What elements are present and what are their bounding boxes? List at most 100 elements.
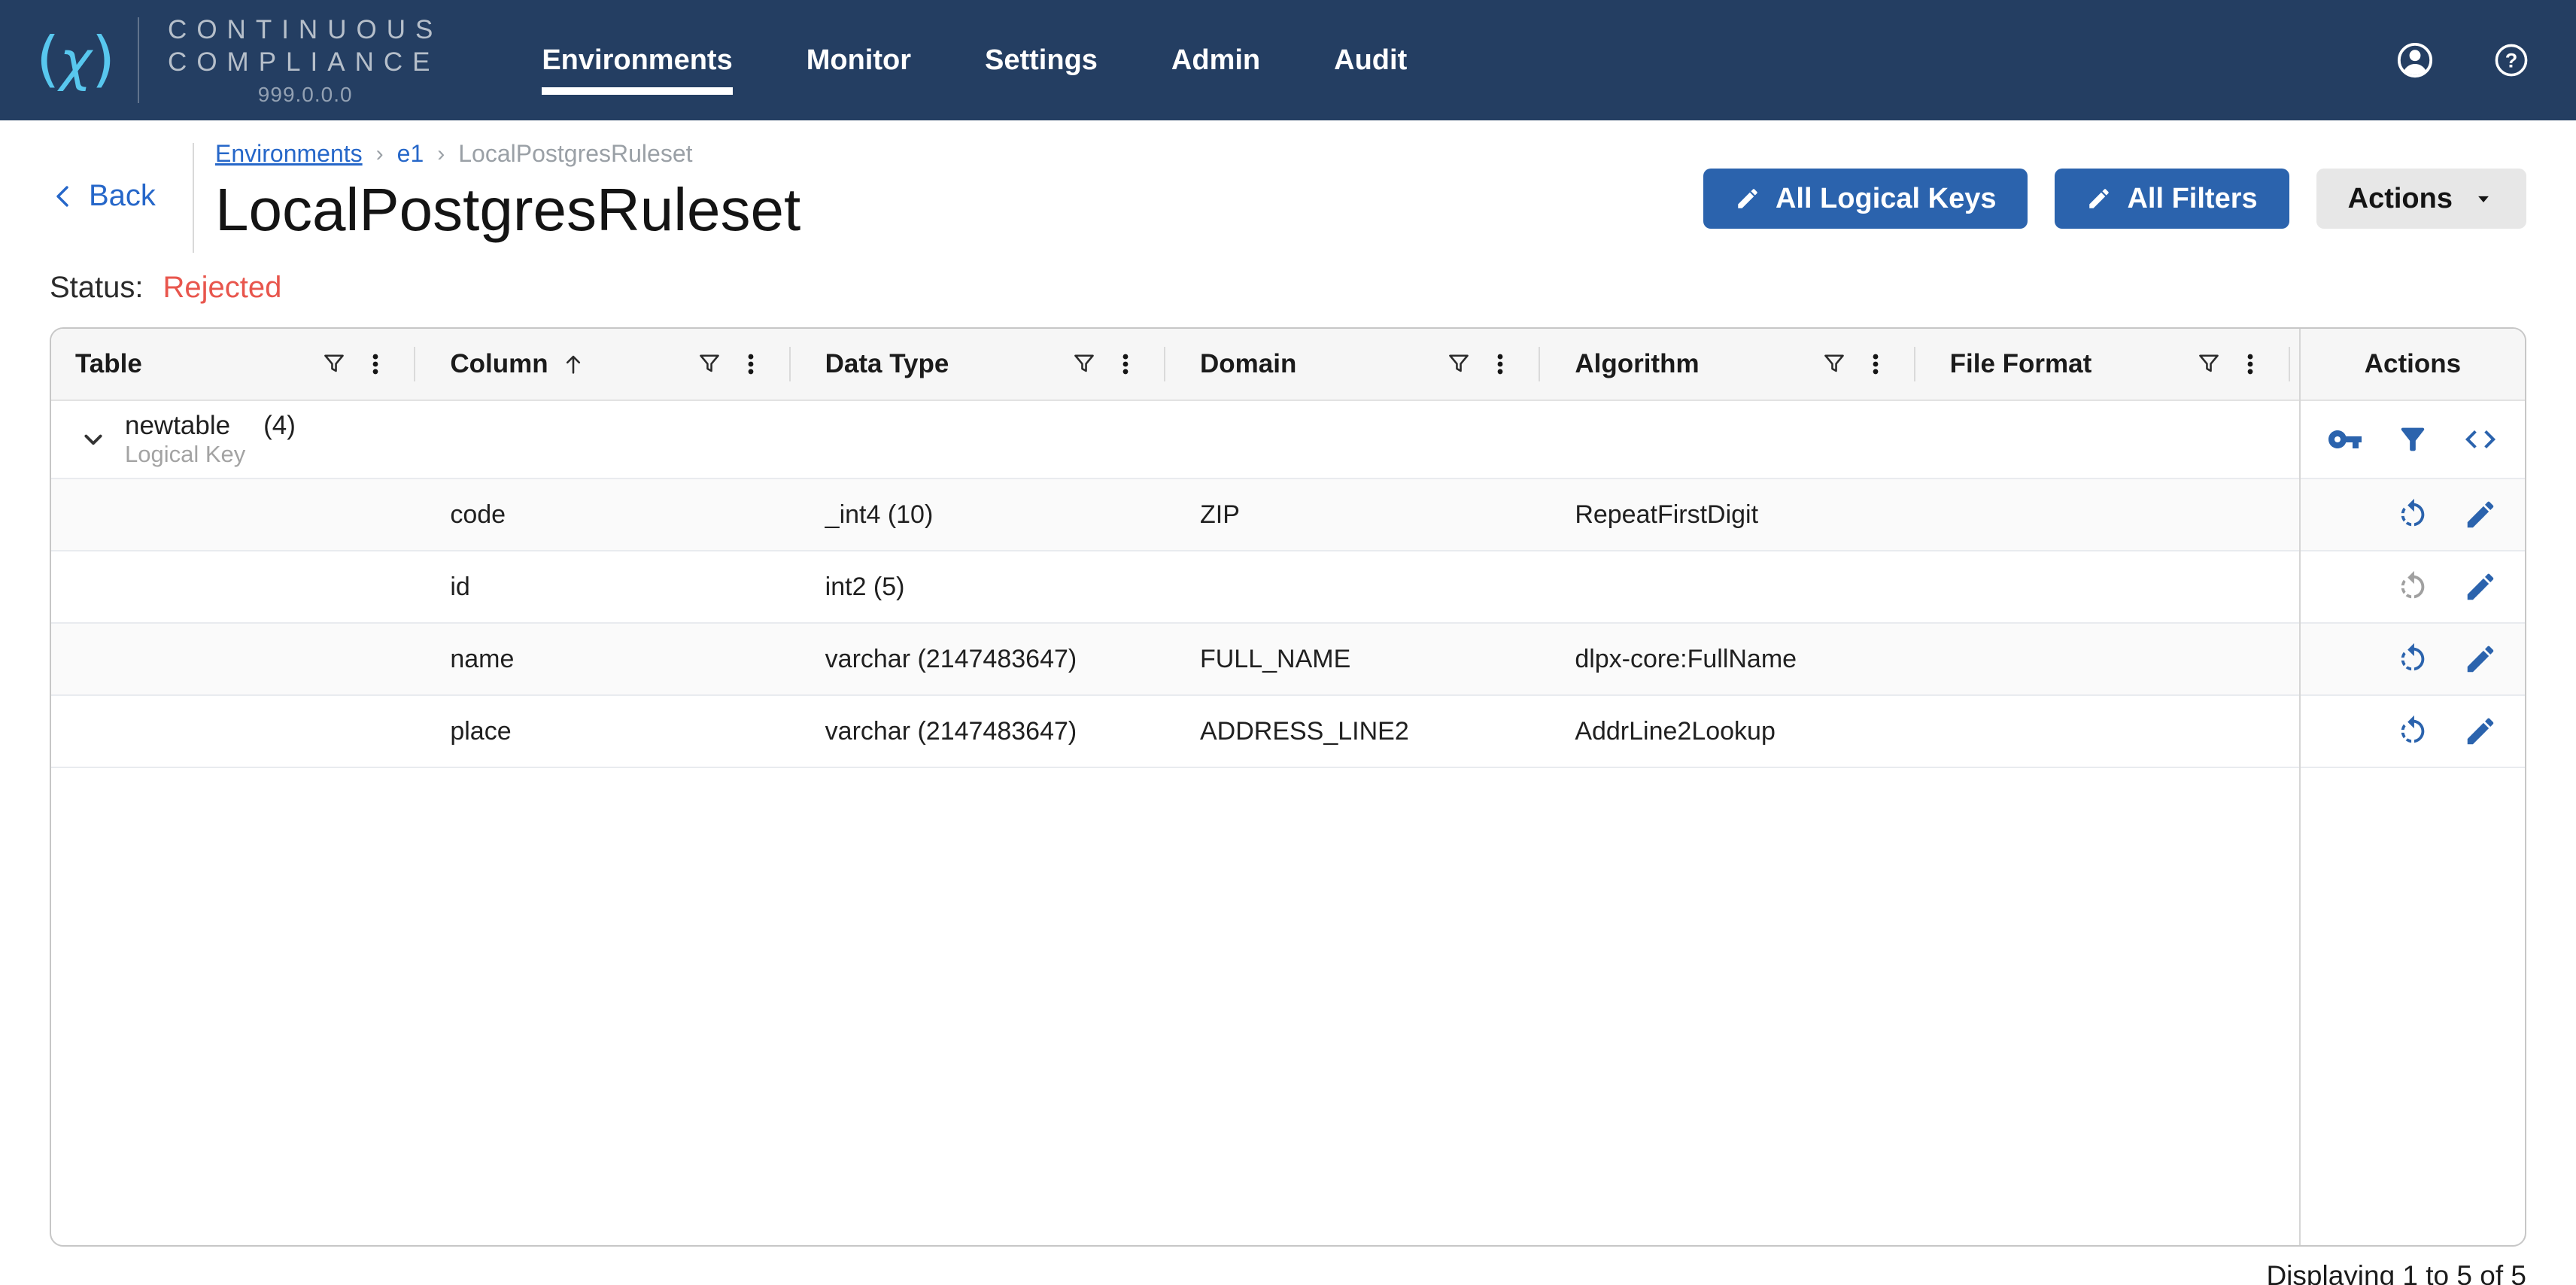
ruleset-table: Table Column — [50, 327, 2526, 1247]
column-header-column[interactable]: Column — [426, 329, 800, 399]
cell-data-type: int2 (5) — [801, 573, 1176, 602]
code-icon[interactable] — [2462, 421, 2499, 458]
kebab-menu-icon[interactable] — [2237, 351, 2263, 377]
row-actions — [2301, 640, 2525, 678]
filter-icon[interactable] — [2195, 351, 2222, 378]
cell-algorithm: dlpx-core:FullName — [1551, 645, 1925, 674]
kebab-menu-icon[interactable] — [1113, 351, 1138, 377]
column-header-domain[interactable]: Domain — [1176, 329, 1551, 399]
page-header: Back Environments › e1 › LocalPostgresRu… — [50, 140, 2526, 259]
edit-icon[interactable] — [2462, 712, 2499, 750]
table-group-row: newtable (4) Logical Key — [51, 401, 2525, 479]
edit-icon[interactable] — [2462, 568, 2499, 606]
header-cell-divider — [1164, 347, 1165, 381]
group-actions — [2301, 421, 2525, 458]
row-actions — [2301, 568, 2525, 606]
breadcrumb-separator-icon: › — [437, 141, 445, 167]
header-divider — [193, 143, 194, 253]
table-header-row: Table Column — [51, 329, 2525, 401]
top-navbar: (χ) CONTINUOUS COMPLIANCE 999.0.0.0 Envi… — [0, 0, 2576, 120]
cell-column: id — [426, 573, 800, 602]
back-label: Back — [89, 179, 156, 213]
all-filters-button[interactable]: All Filters — [2055, 169, 2289, 229]
account-icon[interactable] — [2394, 39, 2436, 81]
column-header-file-format[interactable]: File Format — [1926, 329, 2301, 399]
all-logical-keys-button[interactable]: All Logical Keys — [1703, 169, 2028, 229]
all-logical-keys-label: All Logical Keys — [1776, 183, 1997, 215]
cell-algorithm: RepeatFirstDigit — [1551, 500, 1925, 530]
cell-domain: ADDRESS_LINE2 — [1176, 717, 1551, 746]
filter-icon[interactable] — [696, 351, 723, 378]
nav-item-environments[interactable]: Environments — [542, 37, 732, 84]
edit-icon — [1735, 186, 1760, 211]
kebab-menu-icon[interactable] — [1863, 351, 1888, 377]
nav-item-settings[interactable]: Settings — [985, 37, 1098, 84]
breadcrumb-environments[interactable]: Environments — [215, 140, 363, 168]
help-icon[interactable]: ? — [2490, 39, 2532, 81]
header-cell-divider — [789, 347, 791, 381]
row-actions — [2301, 496, 2525, 533]
cell-column: place — [426, 717, 800, 746]
caret-down-icon — [2472, 187, 2495, 210]
breadcrumb-separator-icon: › — [376, 141, 384, 167]
chevron-down-icon[interactable] — [72, 418, 114, 460]
kebab-menu-icon[interactable] — [738, 351, 764, 377]
brand-divider — [138, 17, 139, 103]
pagination-summary: Displaying 1 to 5 of 5 — [50, 1260, 2526, 1285]
reset-icon[interactable] — [2394, 712, 2432, 750]
group-subtitle: Logical Key — [125, 441, 245, 467]
kebab-menu-icon[interactable] — [363, 351, 388, 377]
status-label: Status: — [50, 271, 144, 305]
all-filters-label: All Filters — [2127, 183, 2257, 215]
filter-icon[interactable] — [1821, 351, 1848, 378]
logical-key-icon[interactable] — [2326, 421, 2364, 458]
column-header-data-type[interactable]: Data Type — [801, 329, 1176, 399]
table-row: name varchar (2147483647) FULL_NAME dlpx… — [51, 624, 2525, 696]
column-header-table[interactable]: Table — [51, 329, 426, 399]
sort-asc-icon — [560, 351, 586, 377]
filter-icon[interactable] — [1071, 351, 1098, 378]
delphix-logo-icon: (χ) — [36, 29, 115, 91]
page-title: LocalPostgresRuleset — [215, 175, 800, 245]
cell-domain: FULL_NAME — [1176, 645, 1551, 674]
header-cell-divider — [1914, 347, 1915, 381]
filter-filled-icon[interactable] — [2394, 421, 2432, 458]
cell-domain: ZIP — [1176, 500, 1551, 530]
kebab-menu-icon[interactable] — [1487, 351, 1513, 377]
filter-icon[interactable] — [320, 351, 348, 378]
cell-algorithm: AddrLine2Lookup — [1551, 717, 1925, 746]
app-logo[interactable]: (χ) — [36, 29, 115, 91]
back-chevron-icon — [50, 182, 78, 211]
actions-menu-button[interactable]: Actions — [2316, 169, 2526, 229]
table-row: place varchar (2147483647) ADDRESS_LINE2… — [51, 696, 2525, 768]
app-version: 999.0.0.0 — [168, 83, 442, 107]
nav-item-audit[interactable]: Audit — [1334, 37, 1407, 84]
header-cell-divider — [2289, 347, 2290, 381]
edit-icon[interactable] — [2462, 496, 2499, 533]
brand-line-1: CONTINUOUS — [168, 14, 442, 46]
reset-icon[interactable] — [2394, 496, 2432, 533]
nav-item-monitor[interactable]: Monitor — [807, 37, 911, 84]
breadcrumb-e1[interactable]: e1 — [397, 140, 424, 168]
cell-data-type: varchar (2147483647) — [801, 645, 1176, 674]
status-row: Status: Rejected — [50, 271, 2526, 305]
reset-icon-disabled — [2394, 568, 2432, 606]
header-cell-divider — [1539, 347, 1540, 381]
cell-column: name — [426, 645, 800, 674]
table-row: id int2 (5) — [51, 551, 2525, 624]
row-actions — [2301, 712, 2525, 750]
cell-column: code — [426, 500, 800, 530]
back-button[interactable]: Back — [50, 179, 156, 213]
filter-icon[interactable] — [1445, 351, 1472, 378]
navbar-right: ? — [2394, 39, 2540, 81]
header-cell-divider — [414, 347, 415, 381]
nav-item-admin[interactable]: Admin — [1171, 37, 1260, 84]
edit-icon — [2086, 186, 2112, 211]
header-buttons: All Logical Keys All Filters Actions — [1703, 169, 2526, 229]
main-nav: Environments Monitor Settings Admin Audi… — [542, 37, 1407, 84]
breadcrumb: Environments › e1 › LocalPostgresRuleset — [215, 140, 800, 168]
reset-icon[interactable] — [2394, 640, 2432, 678]
status-badge: Rejected — [163, 271, 282, 305]
edit-icon[interactable] — [2462, 640, 2499, 678]
column-header-algorithm[interactable]: Algorithm — [1551, 329, 1925, 399]
